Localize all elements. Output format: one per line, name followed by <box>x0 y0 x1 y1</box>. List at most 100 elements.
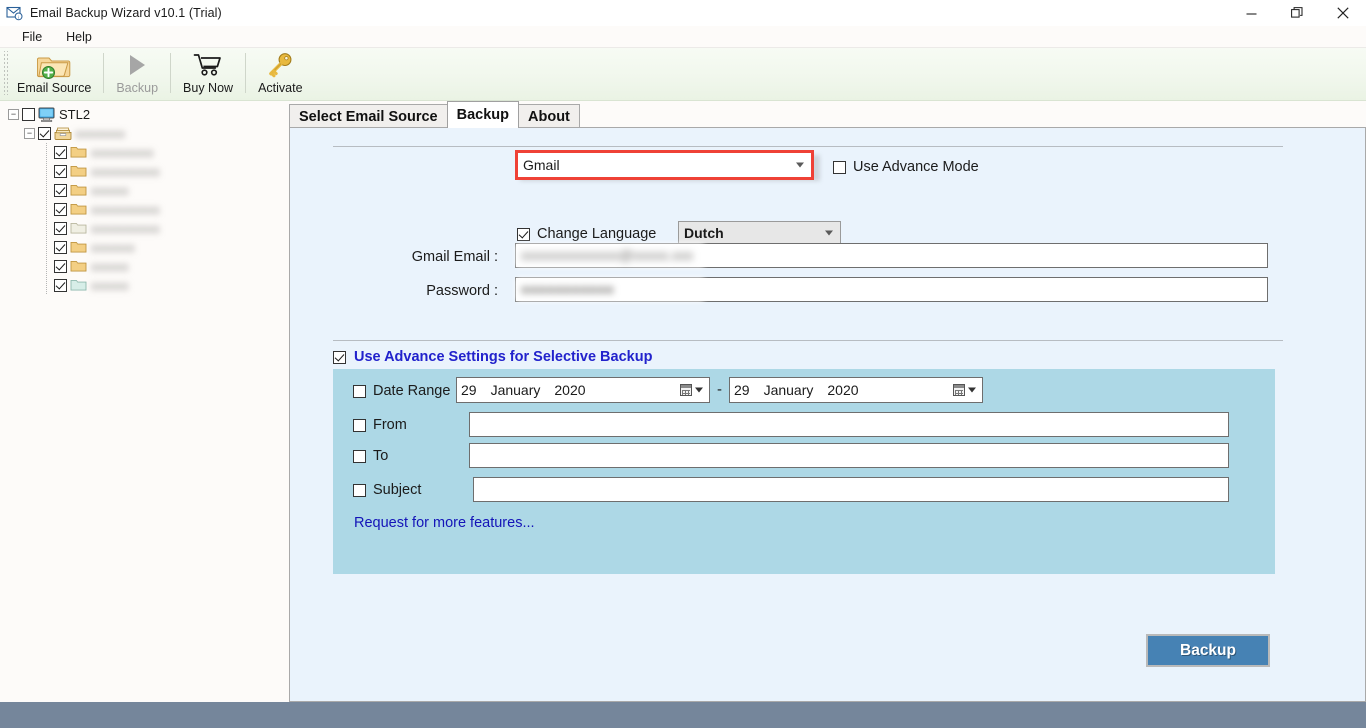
play-icon <box>124 51 150 79</box>
saving-option-highlight-ring <box>515 150 814 180</box>
advance-settings-checkbox[interactable] <box>333 350 346 364</box>
to-label: To <box>373 448 389 464</box>
from-label: From <box>373 417 407 433</box>
divider-advance <box>333 340 1283 341</box>
computer-icon <box>38 107 55 122</box>
date-range-checkbox[interactable] <box>353 384 366 398</box>
tree-label-folder: ​xxxxxxxxxxx <box>91 202 160 217</box>
to-input[interactable] <box>469 443 1229 468</box>
gmail-email-label: Gmail Email : <box>411 249 498 265</box>
tree-label-folder: ​xxxxxxx <box>91 240 135 255</box>
from-input[interactable] <box>469 412 1229 437</box>
folder-icon <box>70 278 87 293</box>
tree-row-folder[interactable]: ​xxxxxxx <box>6 238 287 257</box>
tree-row-root[interactable]: − STL2 <box>6 105 287 124</box>
date-from-month: January <box>490 382 541 398</box>
collapse-toggle-icon[interactable]: − <box>24 128 35 139</box>
toolbar-grip[interactable] <box>2 51 9 95</box>
toolbar-buy-now[interactable]: Buy Now <box>175 48 241 98</box>
tree-label-folder: ​xxxxxxxxxx <box>91 145 154 160</box>
tree-checkbox[interactable] <box>22 108 35 121</box>
toolbar-buy-now-label: Buy Now <box>183 81 234 95</box>
tab-select-email-source[interactable]: Select Email Source <box>289 104 448 128</box>
tree-checkbox[interactable] <box>54 222 67 235</box>
from-checkbox[interactable] <box>353 418 366 432</box>
toolbar-separator <box>170 53 172 93</box>
folder-icon <box>70 145 87 160</box>
title-bar: i Email Backup Wizard v10.1 (Trial) <box>0 0 1366 26</box>
tree-checkbox[interactable] <box>54 165 67 178</box>
tree-label-folder: ​xxxxxxxxxxx <box>91 221 160 236</box>
date-to-day: 29 <box>734 382 750 398</box>
chevron-down-icon[interactable] <box>695 387 703 393</box>
tree-row-folder[interactable]: ​xxxxxx <box>6 181 287 200</box>
collapse-toggle-icon[interactable]: − <box>8 109 19 120</box>
from-row[interactable]: From <box>353 417 407 433</box>
subject-input[interactable] <box>473 477 1229 502</box>
toolbar-backup[interactable]: Backup <box>108 48 166 98</box>
date-from-picker[interactable]: 29 January 2020 <box>456 377 710 403</box>
tree-label-folder: ​xxxxxx <box>91 278 129 293</box>
date-from-year: 2020 <box>554 382 586 398</box>
gmail-email-value: xxxxxxxxxxxxxx@xxxxx.xxx <box>521 247 694 263</box>
tree-row-folder[interactable]: ​xxxxxxxxxxx <box>6 219 287 238</box>
tree-children: ​xxxxxxxxxx ​xxxxxxxxxxx ​xxxxxx <box>6 143 287 295</box>
change-language-checkbox[interactable] <box>517 227 530 241</box>
request-more-features-link[interactable]: Request for more features... <box>354 515 535 531</box>
chevron-down-icon[interactable] <box>968 387 976 393</box>
date-range-separator: - <box>717 381 722 398</box>
to-checkbox[interactable] <box>353 449 366 463</box>
tree-checkbox[interactable] <box>54 260 67 273</box>
restore-button[interactable] <box>1274 0 1320 26</box>
tree-checkbox[interactable] <box>54 146 67 159</box>
tree-row-mailbox[interactable]: − ​xxxxxxxx <box>6 124 287 143</box>
status-bar <box>0 702 1366 728</box>
mailbox-icon <box>54 126 72 141</box>
menu-file[interactable]: File <box>10 28 54 46</box>
backup-button[interactable]: Backup <box>1146 634 1270 667</box>
toolbar-email-source[interactable]: Email Source <box>9 48 99 98</box>
subject-row[interactable]: Subject <box>353 482 421 498</box>
folder-icon <box>70 164 87 179</box>
close-button[interactable] <box>1320 0 1366 26</box>
change-language-row[interactable]: Change Language <box>517 226 656 242</box>
tree-checkbox[interactable] <box>54 279 67 292</box>
toolbar-activate[interactable]: Activate <box>250 48 310 98</box>
menu-bar: File Help <box>0 26 1366 48</box>
tree-checkbox[interactable] <box>54 184 67 197</box>
minimize-button[interactable] <box>1228 0 1274 26</box>
tree-checkbox[interactable] <box>54 203 67 216</box>
tree-row-folder[interactable]: ​xxxxxx <box>6 276 287 295</box>
divider-top <box>333 146 1283 147</box>
tree-row-folder[interactable]: ​xxxxxxxxxxx <box>6 200 287 219</box>
use-advance-mode-checkbox[interactable] <box>833 160 846 174</box>
toolbar: Email Source Backup Buy Now Activate <box>0 48 1366 101</box>
date-range-label: Date Range <box>373 383 451 399</box>
folder-icon <box>70 221 87 236</box>
language-value: Dutch <box>684 225 724 241</box>
date-to-picker[interactable]: 29 January 2020 <box>729 377 983 403</box>
date-range-row[interactable]: Date Range <box>353 383 450 399</box>
menu-help[interactable]: Help <box>54 28 104 46</box>
tree-row-folder[interactable]: ​xxxxxxxxxx <box>6 143 287 162</box>
change-language-label: Change Language <box>537 226 657 242</box>
toolbar-activate-label: Activate <box>258 81 303 95</box>
language-dropdown[interactable]: Dutch <box>678 221 841 245</box>
tree-checkbox[interactable] <box>54 241 67 254</box>
toolbar-email-source-label: Email Source <box>17 81 92 95</box>
tab-backup[interactable]: Backup <box>446 101 520 128</box>
folder-tree: − STL2 − <box>0 101 287 295</box>
subject-checkbox[interactable] <box>353 483 366 497</box>
chevron-down-icon <box>825 230 833 236</box>
tree-row-folder[interactable]: ​xxxxxx <box>6 257 287 276</box>
tree-checkbox[interactable] <box>38 127 51 140</box>
folder-icon <box>70 259 87 274</box>
tree-row-folder[interactable]: ​xxxxxxxxxxx <box>6 162 287 181</box>
to-row[interactable]: To <box>353 448 388 464</box>
subject-label: Subject <box>373 482 422 498</box>
use-advance-mode-row[interactable]: Use Advance Mode <box>833 159 979 175</box>
tab-about[interactable]: About <box>518 104 580 128</box>
advance-settings-header[interactable]: Use Advance Settings for Selective Backu… <box>333 349 652 365</box>
toolbar-backup-label: Backup <box>116 81 159 95</box>
date-to-year: 2020 <box>827 382 859 398</box>
